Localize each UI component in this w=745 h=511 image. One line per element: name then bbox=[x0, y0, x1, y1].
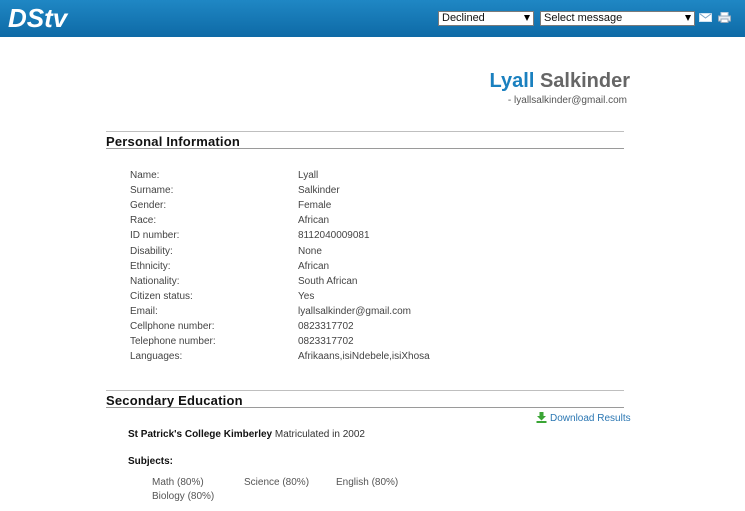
top-header-bar: DStv Declined Select message bbox=[0, 0, 745, 37]
info-value: Lyall bbox=[298, 170, 319, 181]
personal-info-heading: Personal Information bbox=[106, 134, 241, 149]
info-label: Disability: bbox=[130, 245, 173, 257]
info-value: Yes bbox=[298, 290, 315, 302]
info-label: Languages: bbox=[130, 351, 183, 363]
info-label: Gender: bbox=[130, 200, 167, 212]
info-value: Salkinder bbox=[298, 185, 340, 197]
school-entry: St Patrick's College Kimberley Matricula… bbox=[128, 429, 365, 440]
candidate-email: - lyallsalkinder@gmail.com bbox=[507, 95, 627, 106]
candidate-name: Lyall Salkinder bbox=[490, 70, 630, 93]
chevron-down-icon bbox=[685, 15, 691, 21]
subject-item: Biology (80%) bbox=[152, 491, 215, 502]
info-label: Name: bbox=[130, 170, 160, 181]
info-label: Telephone number: bbox=[130, 336, 216, 348]
subjects-heading: Subjects: bbox=[128, 456, 174, 467]
school-name: St Patrick's College Kimberley bbox=[128, 429, 273, 440]
download-icon bbox=[536, 412, 547, 423]
message-select[interactable]: Select message bbox=[540, 11, 695, 26]
info-label: Ethnicity: bbox=[130, 260, 171, 272]
info-label: Citizen status: bbox=[130, 290, 193, 302]
info-value: South African bbox=[298, 275, 358, 287]
last-name: Salkinder bbox=[539, 70, 630, 92]
divider bbox=[106, 407, 624, 408]
info-label: Race: bbox=[130, 215, 157, 227]
first-name: Lyall bbox=[489, 70, 535, 92]
info-label: Surname: bbox=[130, 185, 174, 197]
divider bbox=[106, 131, 624, 132]
dstv-logo[interactable]: DStv bbox=[6, 5, 106, 31]
info-value: African bbox=[298, 215, 330, 227]
chevron-down-icon bbox=[524, 15, 530, 21]
message-select-value: Select message bbox=[544, 12, 623, 24]
subject-item: English (80%) bbox=[336, 477, 399, 488]
download-results-label: Download Results bbox=[550, 413, 631, 424]
info-value: None bbox=[298, 245, 322, 257]
download-results-link[interactable]: Download Results bbox=[536, 412, 631, 424]
divider bbox=[106, 148, 624, 149]
subject-item: Science (80%) bbox=[244, 477, 310, 488]
status-select[interactable]: Declined bbox=[438, 11, 534, 26]
secondary-education-heading: Secondary Education bbox=[106, 393, 243, 408]
subject-item: Math (80%) bbox=[152, 477, 204, 488]
svg-text:DStv: DStv bbox=[8, 5, 69, 31]
info-value: 0823317702 bbox=[298, 321, 354, 332]
info-value: 0823317702 bbox=[298, 336, 354, 348]
info-label: Cellphone number: bbox=[130, 321, 215, 332]
info-label: ID number: bbox=[130, 230, 180, 242]
info-value: Afrikaans,isiNdebele,isiXhosa bbox=[298, 351, 430, 363]
info-label: Nationality: bbox=[130, 275, 180, 287]
printer-icon[interactable] bbox=[718, 12, 731, 23]
info-value: African bbox=[298, 260, 330, 272]
school-detail: Matriculated in 2002 bbox=[272, 429, 365, 440]
divider bbox=[106, 390, 624, 391]
info-value: lyallsalkinder@gmail.com bbox=[298, 305, 411, 317]
info-value: Female bbox=[298, 200, 332, 212]
info-label: Email: bbox=[130, 305, 158, 317]
info-value: 8112040009081 bbox=[298, 230, 370, 242]
status-select-value: Declined bbox=[442, 12, 485, 24]
mail-icon[interactable] bbox=[699, 12, 712, 23]
